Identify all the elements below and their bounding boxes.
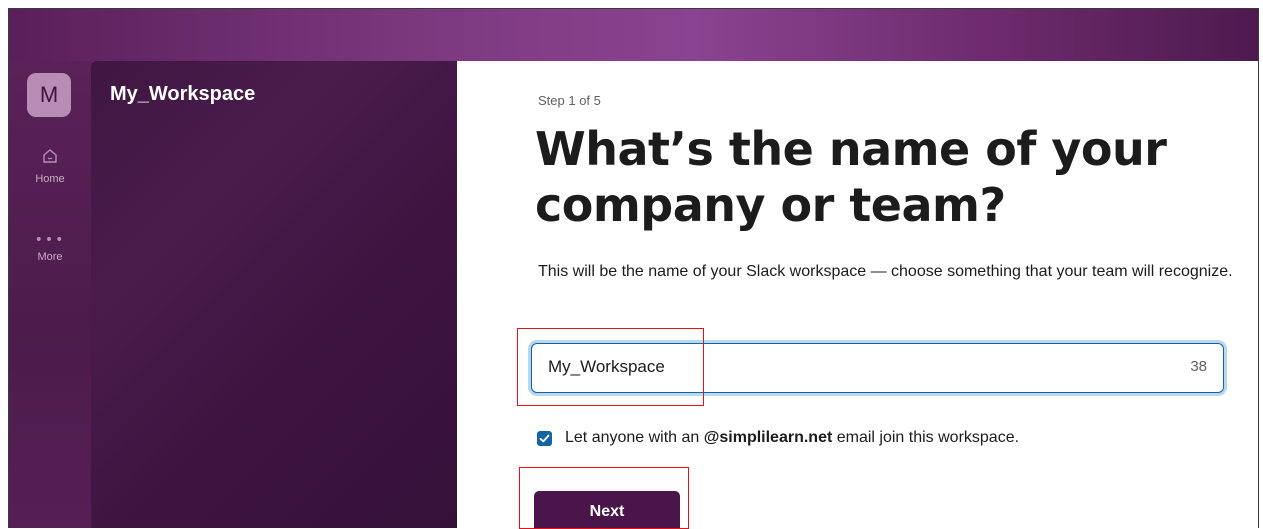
- workspace-rail: M Home ••• More: [9, 61, 91, 528]
- workspace-name-input[interactable]: [532, 344, 1148, 390]
- next-button[interactable]: Next: [534, 491, 680, 528]
- setup-form-panel: Step 1 of 5 What’s the name of your comp…: [457, 61, 1258, 528]
- workspace-name-field[interactable]: 38: [531, 343, 1224, 393]
- checkbox-label: Let anyone with an @simplilearn.net emai…: [565, 429, 1020, 446]
- step-indicator: Step 1 of 5: [538, 93, 601, 108]
- char-counter: 38: [1190, 358, 1207, 375]
- workspace-name[interactable]: My_Workspace: [110, 83, 255, 106]
- home-icon: [43, 149, 57, 163]
- description-text: This will be the name of your Slack work…: [538, 263, 1233, 280]
- top-bar: [9, 9, 1258, 61]
- rail-more-button[interactable]: ••• More: [9, 233, 91, 263]
- more-icon: •••: [34, 232, 66, 248]
- email-join-option[interactable]: Let anyone with an @simplilearn.net emai…: [537, 429, 1019, 447]
- rail-home-label: Home: [35, 173, 65, 185]
- email-domain: @simplilearn.net: [703, 429, 833, 446]
- sidebar: My_Workspace: [91, 61, 457, 528]
- checkmark-icon: [539, 434, 550, 442]
- page-title: What’s the name of your company or team?: [535, 122, 1167, 232]
- rail-more-label: More: [37, 251, 63, 263]
- workspace-avatar[interactable]: M: [27, 73, 71, 117]
- email-join-checkbox[interactable]: [537, 430, 552, 446]
- rail-home-button[interactable]: Home: [9, 147, 91, 185]
- app-window: M Home ••• More My_Workspace Step 1 of 5…: [8, 8, 1259, 528]
